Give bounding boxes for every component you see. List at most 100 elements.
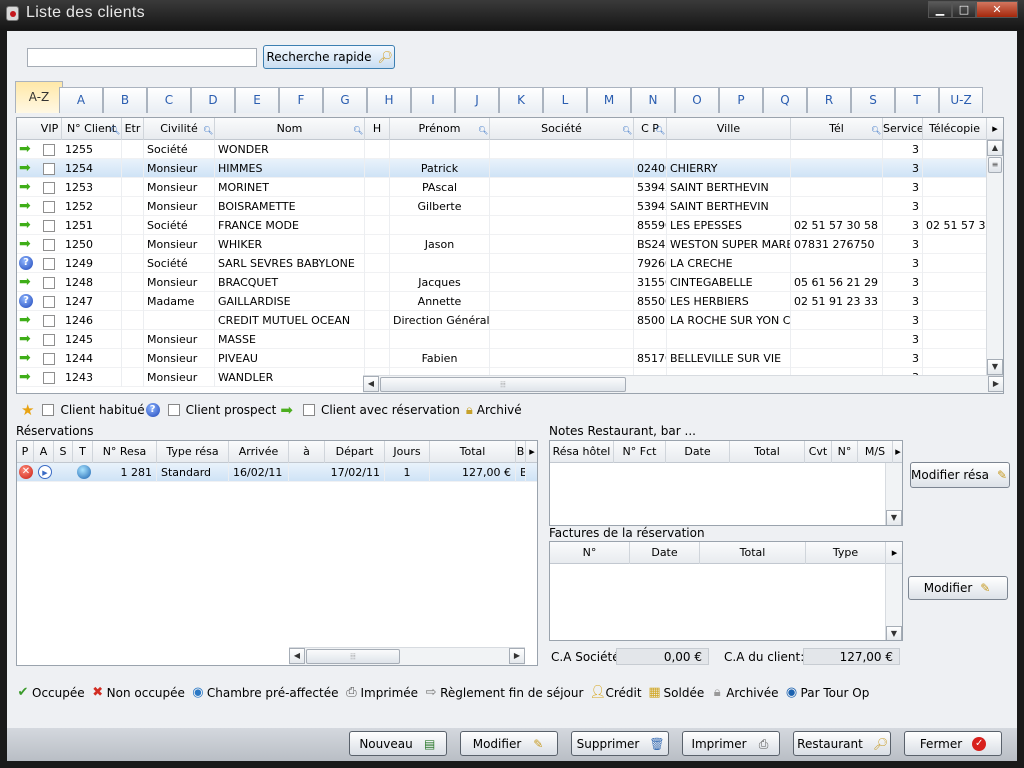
vip-checkbox[interactable]: [43, 334, 55, 346]
table-row[interactable]: ➡ 1254 MonsieurHIMMES Patrick 02400CHIERRY 3: [17, 159, 987, 178]
search-input[interactable]: [27, 48, 257, 67]
vip-checkbox[interactable]: [43, 182, 55, 194]
reservation-checkbox[interactable]: [302, 404, 315, 416]
vip-checkbox[interactable]: [43, 163, 55, 175]
column-header-resa-5[interactable]: Type résa: [157, 441, 229, 463]
scroll-right-header-icon[interactable]: ▸: [526, 441, 537, 463]
column-header-resa-0[interactable]: P: [17, 441, 34, 463]
notes-scrollbar[interactable]: ▼: [885, 463, 902, 525]
scroll-left-button[interactable]: ◀: [363, 376, 379, 392]
table-row[interactable]: ➡ 1245 Monsieur MASSE 3: [17, 330, 987, 349]
scroll-right-header-icon[interactable]: ▸: [987, 118, 1003, 140]
scroll-right-button[interactable]: ▶: [988, 376, 1003, 392]
scroll-down-button[interactable]: ▼: [886, 510, 902, 525]
vip-checkbox[interactable]: [43, 296, 55, 308]
table-row[interactable]: ➡ 1253 MonsieurMORINET PAscal 53942SAINT BER…: [17, 178, 987, 197]
table-row[interactable]: ➡ 1252 MonsieurBOISRAMETTE Gilberte 53942SAI…: [17, 197, 987, 216]
column-header-fax[interactable]: Télécopie: [923, 118, 987, 140]
tab-d[interactable]: D: [191, 87, 235, 113]
vip-checkbox[interactable]: [43, 258, 55, 270]
column-header-factures-2[interactable]: Total: [700, 542, 806, 564]
column-header-nom[interactable]: Nom: [215, 118, 365, 140]
table-row[interactable]: ✕ ▶ 1 281 Standard 16/02/11 17/02/11 1 127,00 €…: [17, 463, 537, 482]
tab-g[interactable]: G: [323, 87, 367, 113]
column-header-etr[interactable]: Etr: [122, 118, 144, 140]
tab-q[interactable]: Q: [763, 87, 807, 113]
column-header-resa-9[interactable]: Jours: [385, 441, 430, 463]
modify-resa-button[interactable]: Modifier résa ✎: [910, 462, 1010, 488]
play-icon[interactable]: ▶: [38, 465, 52, 479]
column-header-factures-0[interactable]: N°: [550, 542, 630, 564]
table-row[interactable]: ➡ 1246 CREDIT MUTUEL OCEAN Direction Généra…: [17, 311, 987, 330]
close-button[interactable]: ✕: [976, 1, 1018, 18]
scroll-right-button[interactable]: ▶: [509, 648, 525, 664]
column-header-resa-3[interactable]: T: [73, 441, 93, 463]
column-header-notes-4[interactable]: Cvt: [805, 441, 832, 463]
new-button[interactable]: Nouveau ▤: [349, 731, 447, 756]
tab-p[interactable]: P: [719, 87, 763, 113]
hscroll-thumb[interactable]: ⦙⦙⦙: [380, 377, 626, 392]
column-header-notes-3[interactable]: Total: [730, 441, 805, 463]
scroll-down-button[interactable]: ▼: [987, 359, 1003, 375]
cancel-icon[interactable]: ✕: [19, 465, 33, 479]
column-header-resa-1[interactable]: A: [34, 441, 54, 463]
column-header-notes-1[interactable]: N° Fct: [614, 441, 666, 463]
tab-n[interactable]: N: [631, 87, 675, 113]
table-row[interactable]: ➡ 1248 MonsieurBRACQUET Jacques 31550CINTEGA…: [17, 273, 987, 292]
restaurant-button[interactable]: Restaurant 🔎︎: [793, 731, 891, 756]
tab-u-z[interactable]: U-Z: [939, 87, 983, 113]
scroll-thumb[interactable]: ≡: [988, 157, 1002, 173]
prospect-checkbox[interactable]: [167, 404, 180, 416]
minimize-button[interactable]: ▁: [928, 1, 952, 18]
tab-i[interactable]: I: [411, 87, 455, 113]
scroll-down-button[interactable]: ▼: [886, 626, 902, 640]
column-header-notes-2[interactable]: Date: [666, 441, 730, 463]
table-row[interactable]: ➡ 1255 Société WONDER 3: [17, 140, 987, 159]
modify-facture-button[interactable]: Modifier ✎: [908, 576, 1008, 600]
column-header-resa-2[interactable]: S: [54, 441, 73, 463]
column-header-notes-0[interactable]: Résa hôtel: [550, 441, 614, 463]
tab-a-z[interactable]: A-Z: [15, 81, 63, 113]
column-header-resa-6[interactable]: Arrivée: [229, 441, 289, 463]
column-header-notes-5[interactable]: N°: [832, 441, 858, 463]
column-header-prenom[interactable]: Prénom: [390, 118, 490, 140]
column-header-ville[interactable]: Ville: [667, 118, 791, 140]
scroll-up-button[interactable]: ▲: [987, 140, 1003, 156]
edit-button[interactable]: Modifier ✎: [460, 731, 558, 756]
table-row[interactable]: ? 1249 SociétéSARL SEVRES BABYLONE 79260LA …: [17, 254, 987, 273]
tab-t[interactable]: T: [895, 87, 939, 113]
reservations-hscroll[interactable]: ◀ ⦙⦙⦙ ▶: [289, 647, 525, 665]
tab-a[interactable]: A: [59, 87, 103, 113]
tab-k[interactable]: K: [499, 87, 543, 113]
quick-search-button[interactable]: Recherche rapide 🔎︎: [263, 45, 395, 69]
tab-b[interactable]: B: [103, 87, 147, 113]
table-row[interactable]: ➡ 1250 MonsieurWHIKER Jason BS247WESTON SUPE…: [17, 235, 987, 254]
tab-s[interactable]: S: [851, 87, 895, 113]
column-header-serv[interactable]: Service: [883, 118, 923, 140]
vip-checkbox[interactable]: [43, 220, 55, 232]
vip-checkbox[interactable]: [43, 372, 55, 384]
column-header-factures-1[interactable]: Date: [630, 542, 700, 564]
tab-l[interactable]: L: [543, 87, 587, 113]
print-button[interactable]: Imprimer ⎙: [682, 731, 780, 756]
clients-horizontal-scrollbar[interactable]: ◀ ⦙⦙⦙ ▶: [363, 375, 1003, 393]
close-window-button[interactable]: Fermer ✓: [904, 731, 1002, 756]
column-header-resa-11[interactable]: B: [516, 441, 526, 463]
vip-checkbox[interactable]: [43, 239, 55, 251]
table-row[interactable]: ? 1247 MadameGAILLARDISE Annette 85500LES HE…: [17, 292, 987, 311]
clients-vertical-scrollbar[interactable]: ▲ ≡ ▼: [986, 140, 1003, 375]
tab-h[interactable]: H: [367, 87, 411, 113]
tab-o[interactable]: O: [675, 87, 719, 113]
vip-checkbox[interactable]: [43, 353, 55, 365]
tab-e[interactable]: E: [235, 87, 279, 113]
column-header-resa-10[interactable]: Total: [430, 441, 516, 463]
vip-checkbox[interactable]: [43, 277, 55, 289]
column-header-resa-4[interactable]: N° Resa: [93, 441, 157, 463]
scroll-left-button[interactable]: ◀: [289, 648, 305, 664]
table-row[interactable]: ➡ 1244 MonsieurPIVEAU Fabien 85170BELLEVILLE…: [17, 349, 987, 368]
habitue-checkbox[interactable]: [42, 404, 55, 416]
column-header-notes-6[interactable]: M/S: [858, 441, 893, 463]
tab-c[interactable]: C: [147, 87, 191, 113]
vip-checkbox[interactable]: [43, 144, 55, 156]
delete-button[interactable]: Supprimer 🗑︎: [571, 731, 669, 756]
